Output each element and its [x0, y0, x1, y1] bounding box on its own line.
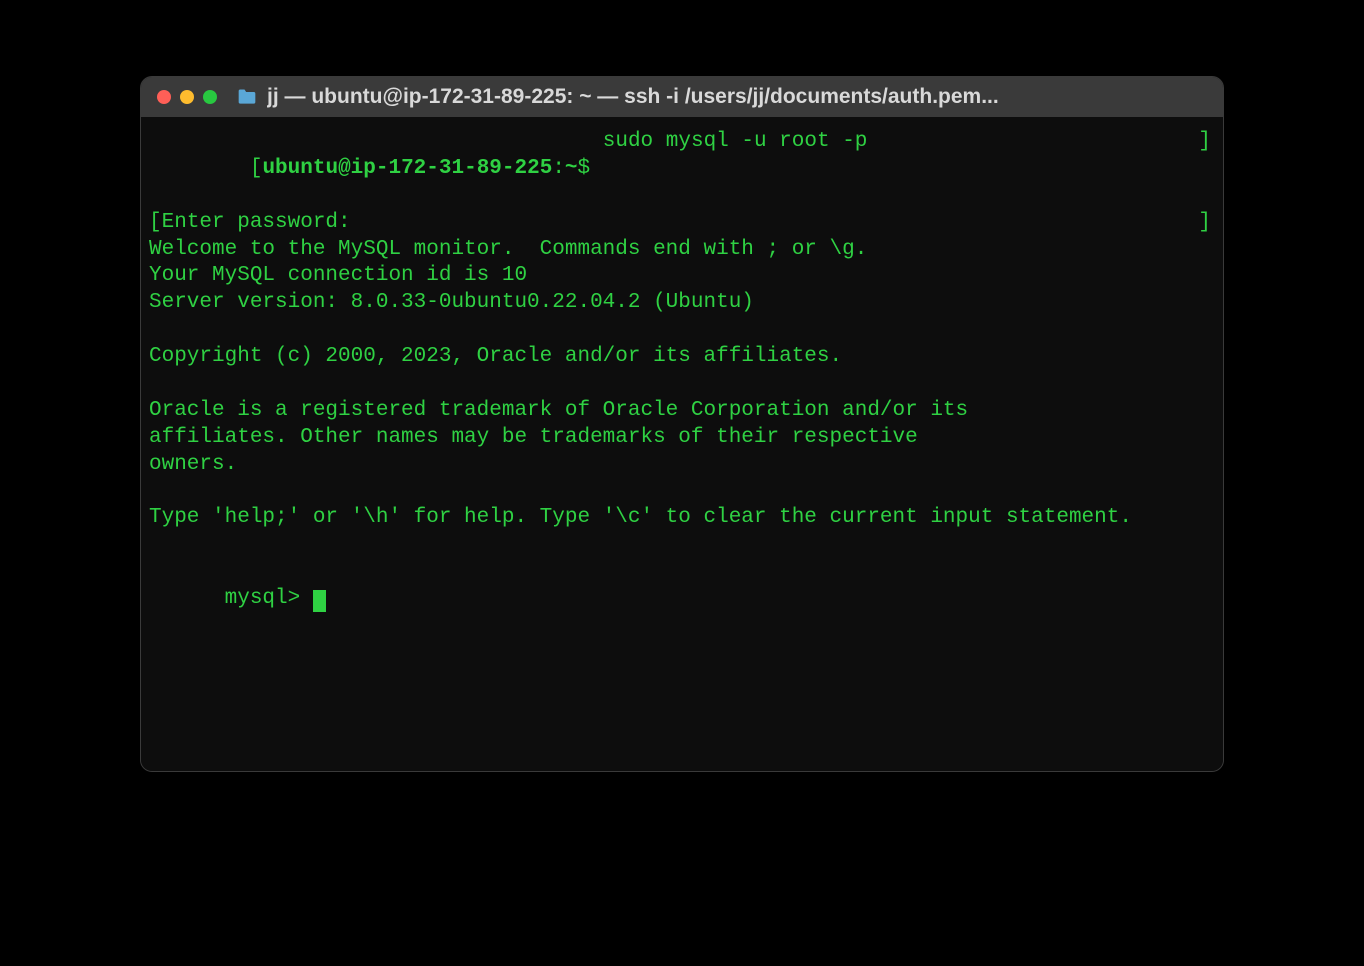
prompt-path: ~: [565, 157, 578, 180]
output-line: Welcome to the MySQL monitor. Commands e…: [149, 237, 1215, 264]
cursor-icon: [313, 590, 326, 612]
prompt-host: ip-172-31-89-225: [351, 157, 553, 180]
terminal-body[interactable]: [ubuntu@ip-172-31-89-225:~$ sudo mysql -…: [141, 117, 1223, 771]
window-title: jj — ubuntu@ip-172-31-89-225: ~ — ssh -i…: [267, 85, 1207, 109]
prompt-dollar: $: [578, 157, 603, 180]
output-line: Your MySQL connection id is 10: [149, 263, 1215, 290]
output-line: owners.: [149, 452, 1215, 479]
output-line: [149, 532, 1215, 559]
maximize-button[interactable]: [203, 90, 217, 104]
output-line: [149, 317, 1215, 344]
traffic-lights: [157, 90, 217, 104]
prompt-user: ubuntu: [262, 157, 338, 180]
output-line: Copyright (c) 2000, 2023, Oracle and/or …: [149, 344, 1215, 371]
output-line: [ Enter password: ]: [149, 210, 1215, 237]
mysql-prompt-line[interactable]: mysql>: [149, 559, 1215, 640]
command-text: sudo mysql -u root -p: [603, 129, 1199, 210]
close-button[interactable]: [157, 90, 171, 104]
output-line: Oracle is a registered trademark of Orac…: [149, 398, 1215, 425]
output-line: [149, 478, 1215, 505]
minimize-button[interactable]: [180, 90, 194, 104]
terminal-window: jj — ubuntu@ip-172-31-89-225: ~ — ssh -i…: [140, 76, 1224, 772]
output-line: affiliates. Other names may be trademark…: [149, 425, 1215, 452]
line-open-bracket: [: [149, 211, 162, 234]
titlebar[interactable]: jj — ubuntu@ip-172-31-89-225: ~ — ssh -i…: [141, 77, 1223, 117]
output-text: Enter password:: [162, 210, 1199, 237]
line-close-bracket: ]: [1198, 210, 1215, 237]
output-line: Type 'help;' or '\h' for help. Type '\c'…: [149, 505, 1215, 532]
prompt-at: @: [338, 157, 351, 180]
mysql-prompt: mysql>: [225, 587, 313, 610]
folder-icon: [237, 88, 257, 106]
shell-prompt-line: [ubuntu@ip-172-31-89-225:~$ sudo mysql -…: [149, 129, 1215, 210]
prompt-open-bracket: [: [250, 157, 263, 180]
prompt-close-bracket: ]: [1198, 129, 1215, 210]
output-line: Server version: 8.0.33-0ubuntu0.22.04.2 …: [149, 290, 1215, 317]
prompt-colon: :: [552, 157, 565, 180]
output-line: [149, 371, 1215, 398]
